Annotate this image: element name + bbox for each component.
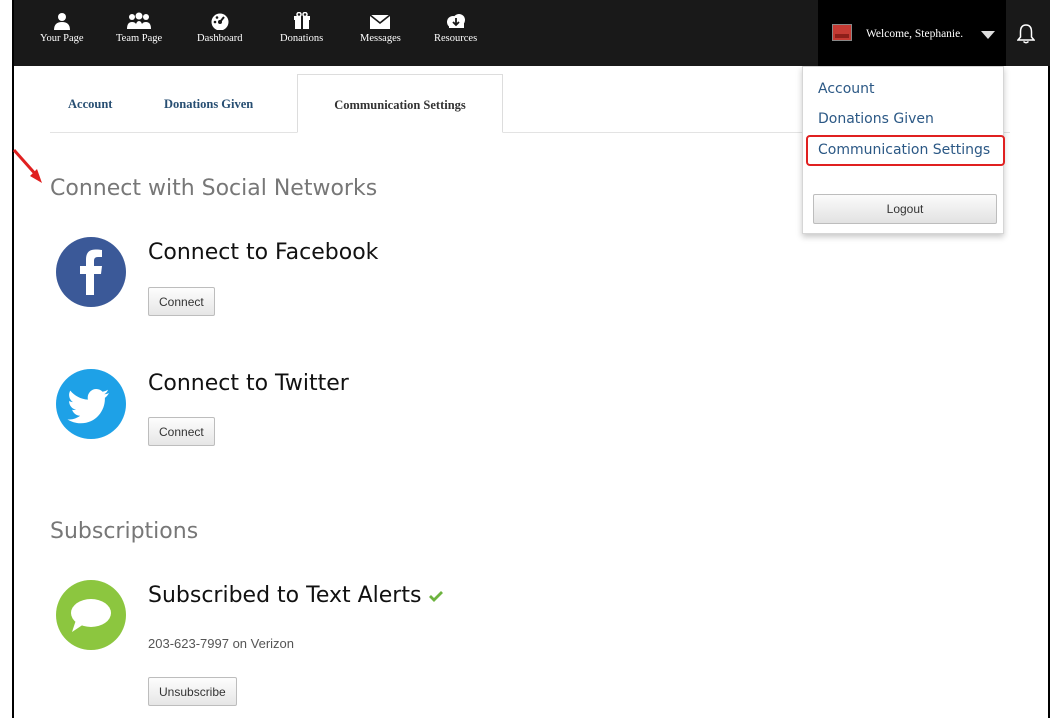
nav-team-page[interactable]: Team Page: [116, 12, 162, 44]
nav-label: Resources: [434, 33, 478, 44]
annotation-arrow: [12, 149, 42, 183]
checkmark-icon: [429, 591, 444, 602]
facebook-title: Connect to Facebook: [148, 240, 379, 265]
twitter-connect-button[interactable]: Connect: [148, 417, 215, 446]
twitter-title: Connect to Twitter: [148, 371, 349, 396]
text-alerts-label: Subscribed to Text Alerts: [148, 583, 422, 608]
cloud-download-icon: [446, 14, 465, 28]
caret-down-icon: [981, 31, 995, 39]
welcome-text: Welcome, Stephanie.: [866, 28, 964, 40]
nav-label: Your Page: [40, 33, 84, 44]
facebook-icon: [56, 237, 126, 307]
nav-dashboard[interactable]: Dashboard: [197, 12, 243, 44]
twitter-icon: [56, 369, 126, 439]
tab-communication-settings[interactable]: Communication Settings: [297, 74, 503, 133]
menu-item-donations-given[interactable]: Donations Given: [818, 111, 934, 127]
nav-resources[interactable]: Resources: [434, 12, 477, 44]
gift-icon: [293, 12, 310, 29]
tab-account[interactable]: Account: [68, 74, 112, 132]
dashboard-icon: [211, 13, 229, 30]
facebook-connect-button[interactable]: Connect: [148, 287, 215, 316]
section-title-subscriptions: Subscriptions: [50, 519, 199, 544]
nav-label: Donations: [280, 33, 324, 44]
logout-button[interactable]: Logout: [813, 194, 997, 224]
nav-messages[interactable]: Messages: [360, 12, 401, 44]
section-title-social: Connect with Social Networks: [50, 176, 378, 201]
nav-donations[interactable]: Donations: [280, 12, 323, 44]
user-dropdown-menu: Account Donations Given Communication Se…: [802, 66, 1005, 234]
text-alerts-title: Subscribed to Text Alerts: [148, 583, 444, 608]
speech-bubble-icon: [56, 580, 126, 650]
team-icon: [127, 12, 152, 29]
phone-carrier-text: 203-623-7997 on Verizon: [148, 636, 295, 651]
user-menu-toggle[interactable]: Welcome, Stephanie.: [818, 0, 1006, 66]
unsubscribe-button[interactable]: Unsubscribe: [148, 677, 237, 706]
nav-label: Dashboard: [197, 33, 243, 44]
menu-item-communication-settings[interactable]: Communication Settings: [818, 142, 990, 158]
nav-your-page[interactable]: Your Page: [40, 12, 84, 44]
user-icon: [53, 13, 70, 30]
nav-label: Team Page: [116, 33, 163, 44]
tab-donations-given[interactable]: Donations Given: [164, 74, 253, 132]
top-nav-bar: Your Page Team Page Dashboard Donations …: [14, 0, 1050, 66]
menu-item-account[interactable]: Account: [818, 81, 875, 97]
envelope-icon: [369, 14, 391, 29]
nav-label: Messages: [360, 33, 401, 44]
avatar: [832, 24, 852, 41]
bell-icon[interactable]: [1017, 24, 1035, 44]
